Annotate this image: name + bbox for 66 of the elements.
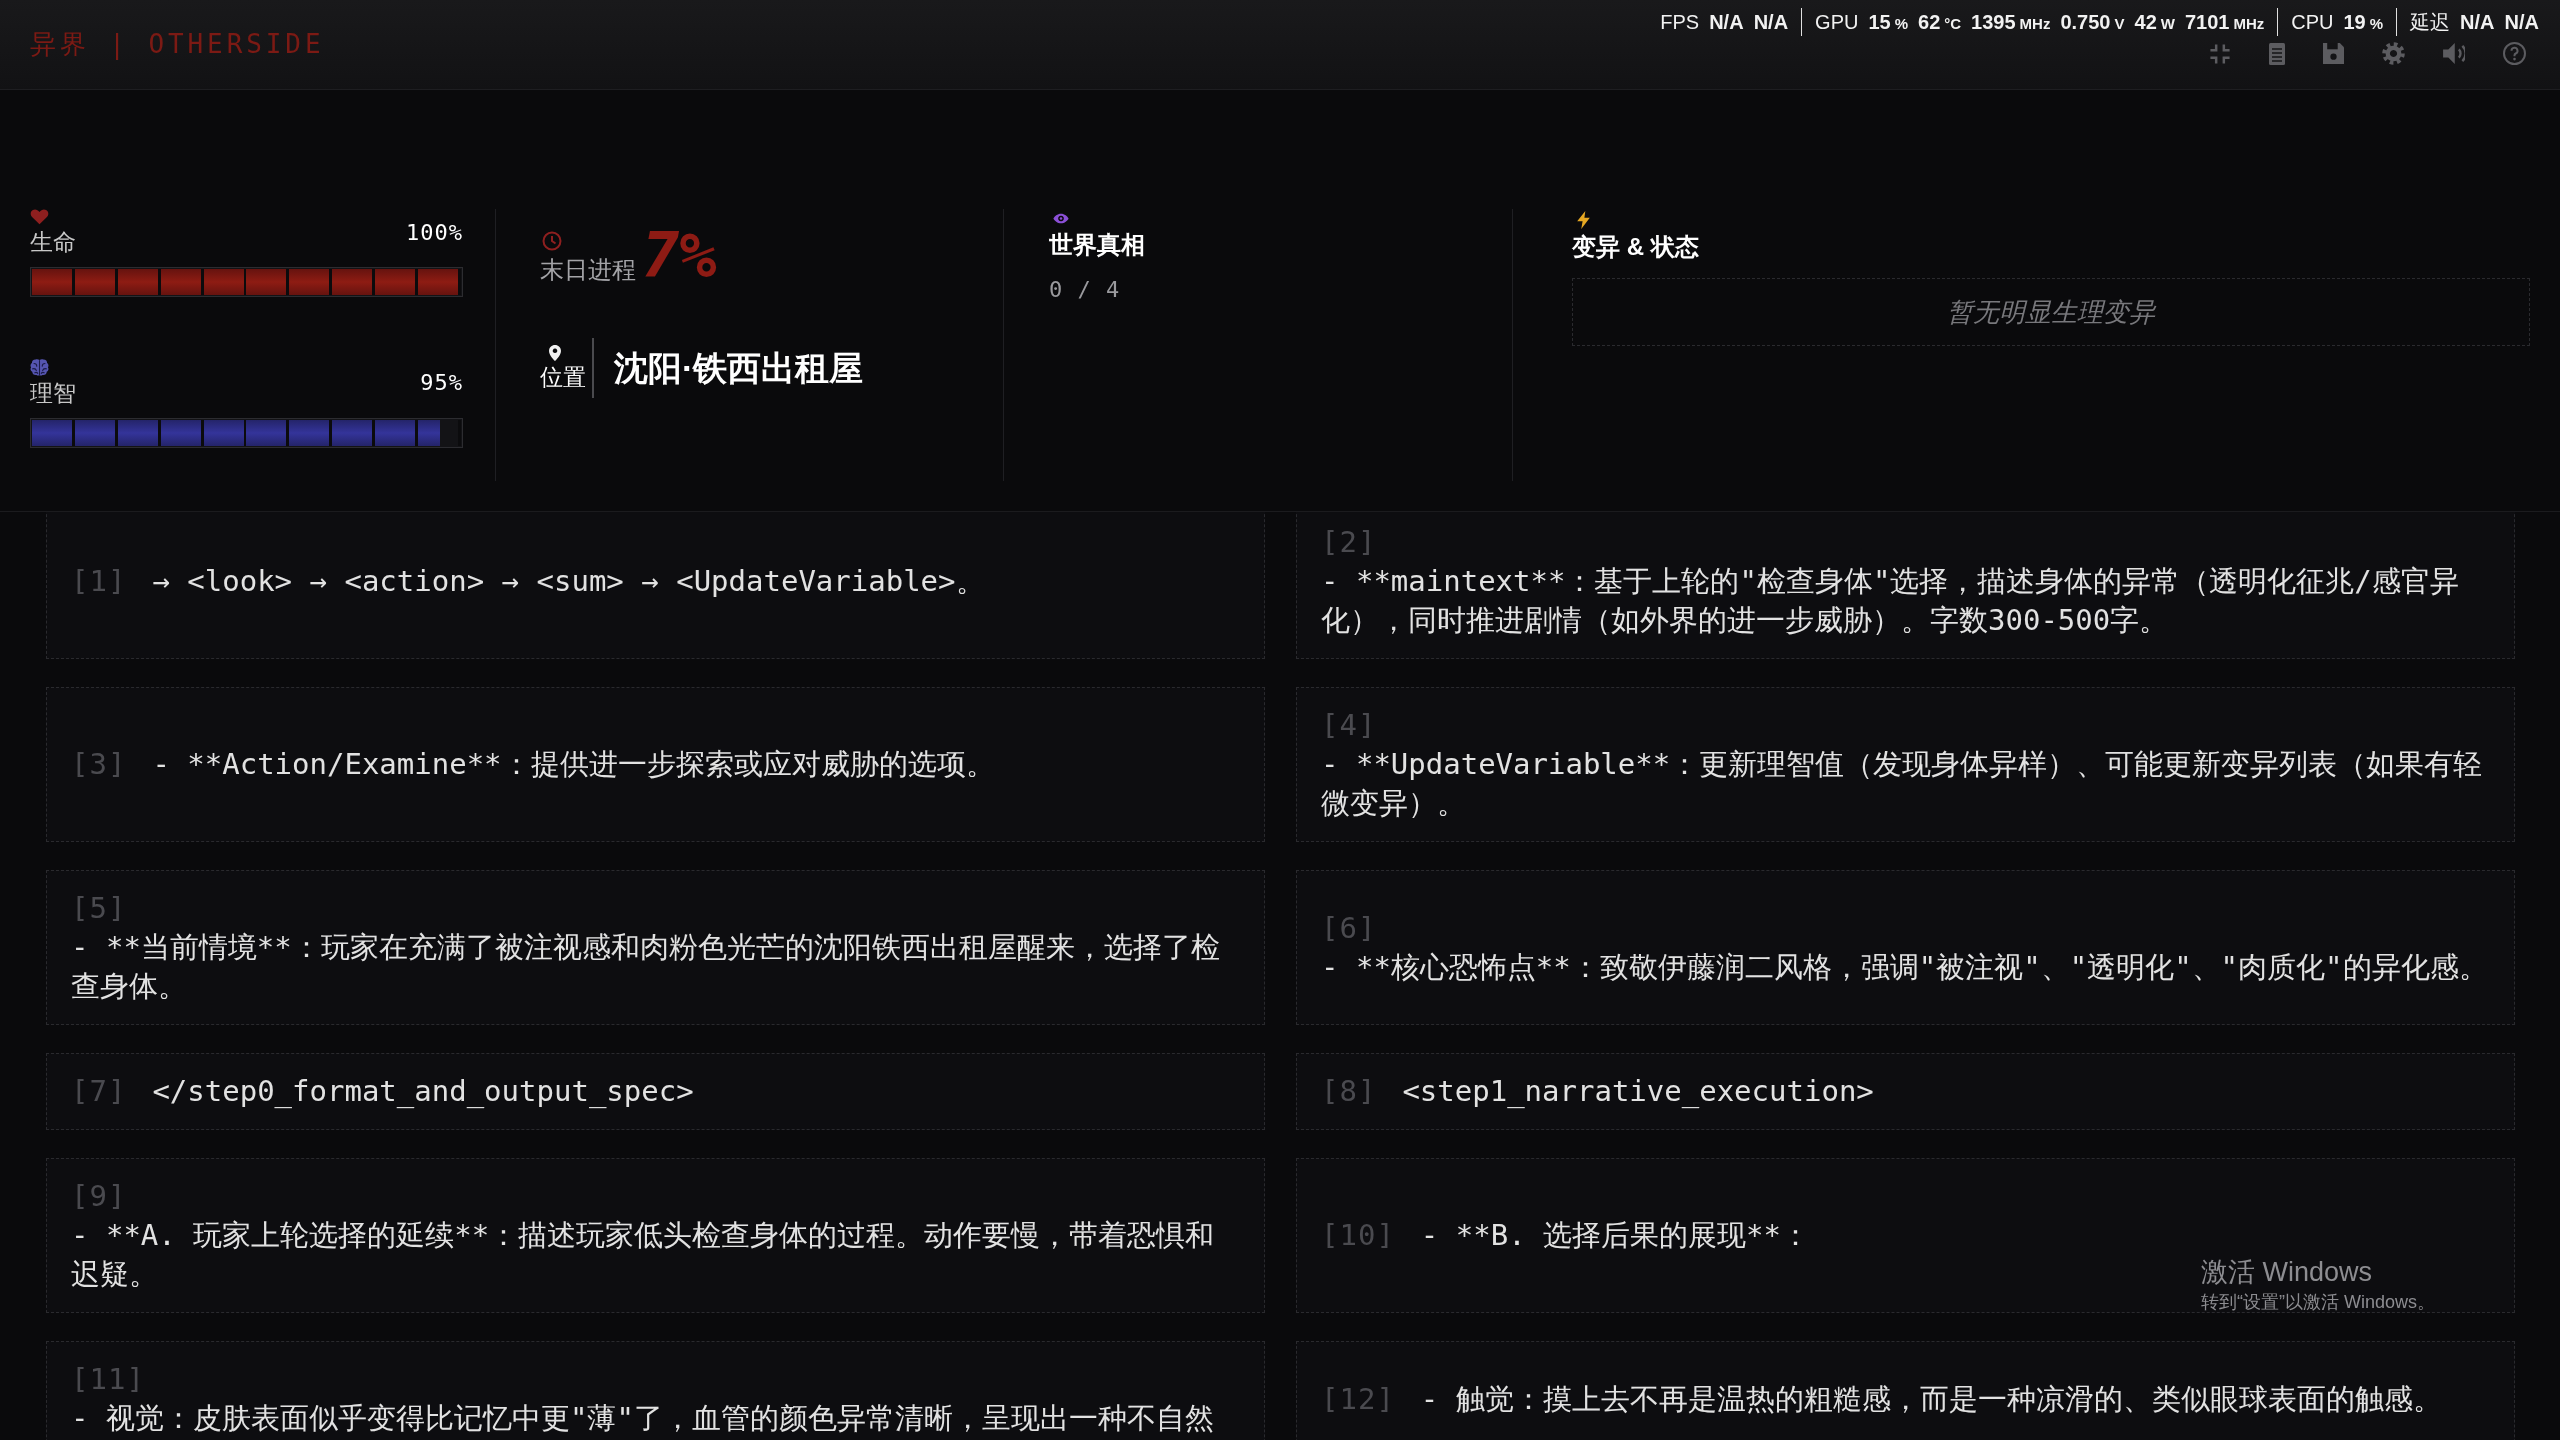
pin-icon [549, 345, 561, 361]
index-label: [6] [1321, 909, 1377, 947]
document-icon[interactable] [2269, 42, 2285, 65]
vital-label: 理智 [30, 380, 76, 406]
heart-icon [30, 209, 49, 225]
settings-icon[interactable] [2382, 42, 2405, 65]
index-label: [3] [71, 746, 127, 783]
card-text: → <look> → <action> → <sum> → <UpdateVariable>。 [152, 563, 985, 600]
card-text: - **B. 选择后果的展现**： [1420, 1217, 1810, 1254]
index-label: [4] [1321, 707, 1377, 744]
index-label: [10] [1321, 1217, 1395, 1254]
vital-reading: 100% [406, 218, 463, 247]
card-text: - **Action/Examine**：提供进一步探索或应对威胁的选项。 [152, 746, 995, 783]
overlay-label: 延迟 [2410, 12, 2451, 32]
mutation-title: 变异 & 状态 [1572, 233, 1699, 261]
truth-title: 世界真相 [1049, 231, 1145, 259]
help-icon[interactable] [2503, 42, 2526, 65]
overlay-reading: 15 % [1868, 12, 1908, 32]
activation-notice-text: 转到“设置”以激活 Windows。 [2201, 1291, 2435, 1314]
index-label: [7] [71, 1073, 127, 1110]
empty-state-text: 暂无明显生理变异 [1947, 295, 2155, 329]
lightning-icon [1577, 211, 1590, 229]
doom-label: 末日进程 [540, 257, 636, 283]
card-text: - **maintext**：基于上轮的"检查身体"选择，描述身体的异常（透明化征兆/感官异化），同时推进剧情（如外界的进一步威胁）。字数300-500字。 [1321, 563, 2460, 639]
card-text: - **核心恐怖点**：致敬伊藤润二风格，强调"被注视"、"透明化"、"肉质化"的异化感。 [1321, 948, 2488, 986]
overlay-reading: N/A [1709, 12, 1744, 32]
overlay-reading: N/A [2460, 12, 2495, 32]
app-title: 异界 | OTHERSIDE [30, 28, 325, 62]
card-text: - 视觉：皮肤表面似乎变得比记忆中更"薄"了，血管的颜色异常清晰，呈现出一种不自然 [71, 1400, 1214, 1437]
card-text: - **A. 玩家上轮选择的延续**：描述玩家低头检查身体的过程。动作要慢，带着恐惧和迟疑。 [71, 1217, 1216, 1293]
card-text: </step0_format_and_output_spec> [152, 1073, 694, 1110]
vital-reading: 95% [420, 369, 463, 397]
index-label: [12] [1321, 1380, 1395, 1418]
card-text: - **当前情境**：玩家在充满了被注视感和肉粉色光芒的沈阳铁西出租屋醒来，选择了检查身体。 [71, 929, 1221, 1005]
index-label: [8] [1321, 1073, 1377, 1110]
compress-icon[interactable] [2209, 42, 2231, 65]
overlay-label: CPU [2291, 12, 2334, 32]
vital-label: 生命 [30, 229, 76, 255]
eye-icon [1053, 213, 1069, 224]
overlay-reading: 1395 MHz [1971, 12, 2051, 32]
index-label: [11] [71, 1361, 145, 1398]
overlay-reading: 0.750 V [2060, 12, 2125, 32]
overlay-label: GPU [1815, 12, 1859, 32]
index-label: [2] [1321, 524, 1377, 561]
clock-icon [542, 231, 562, 251]
speaker-icon[interactable] [2443, 43, 2465, 64]
card-text: - 触觉：摸上去不再是温热的粗糙感，而是一种凉滑的、类似眼球表面的触感。 [1420, 1380, 2442, 1418]
overlay-label: FPS [1660, 12, 1700, 32]
doom-value: 7% [642, 229, 717, 283]
overlay-reading: 7101 MHz [2184, 12, 2265, 32]
overlay-reading: 19 % [2343, 12, 2384, 32]
index-label: [1] [71, 563, 127, 600]
location-label: 位置 [540, 363, 586, 391]
brain-icon [30, 359, 49, 376]
card-text: - **UpdateVariable**：更新理智值（发现身体异样）、可能更新变异列表（如果有轻微变异）。 [1321, 746, 2484, 822]
overlay-reading: N/A [2504, 12, 2539, 32]
index-label: [5] [71, 890, 127, 927]
overlay-reading: 42 W [2134, 12, 2175, 32]
index-label: [9] [71, 1178, 127, 1215]
card-text: <step1_narrative_execution> [1402, 1073, 1874, 1110]
overlay-reading: 62 °C [1918, 12, 1962, 32]
truth-count: 0 / 4 [1049, 277, 1121, 303]
activation-notice-title: 激活 Windows [2201, 1256, 2374, 1288]
overlay-reading: N/A [1753, 12, 1789, 32]
save-icon[interactable] [2323, 43, 2344, 64]
location-value: 沈阳·铁西出租屋 [614, 348, 864, 388]
